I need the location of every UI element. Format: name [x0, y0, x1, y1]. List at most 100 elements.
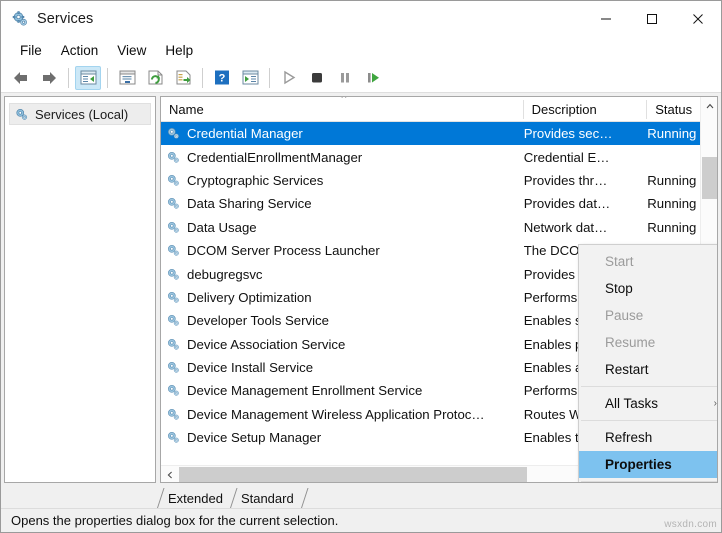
- cell-service-name: debugregsvc: [161, 267, 524, 282]
- context-menu-separator: [581, 481, 718, 482]
- toolbar-separator: [68, 68, 69, 88]
- service-name-label: Cryptographic Services: [185, 173, 325, 188]
- cell-service-name: Device Association Service: [161, 337, 524, 352]
- service-gear-icon: [166, 337, 181, 352]
- ctx-properties[interactable]: Properties: [579, 451, 718, 478]
- service-name-label: Device Install Service: [185, 360, 315, 375]
- column-header-description[interactable]: Description: [524, 97, 648, 122]
- ctx-resume: Resume: [579, 329, 718, 356]
- show-hide-console-tree-icon[interactable]: [75, 66, 101, 90]
- menu-action[interactable]: Action: [52, 40, 108, 61]
- scroll-up-icon[interactable]: [701, 97, 718, 114]
- ctx-pause-label: Pause: [605, 308, 643, 323]
- cell-service-name: Data Sharing Service: [161, 196, 524, 211]
- properties-icon[interactable]: [114, 66, 140, 90]
- horizontal-scrollbar-thumb[interactable]: [179, 467, 527, 482]
- watermark: wsxdn.com: [664, 519, 717, 530]
- cell-service-name: Device Install Service: [161, 360, 524, 375]
- ctx-stop-label: Stop: [605, 281, 633, 296]
- svg-text:?: ?: [219, 73, 226, 85]
- toolbar: ?: [1, 63, 721, 93]
- cell-description: Network dat…: [524, 220, 648, 235]
- tree-item-services-local[interactable]: Services (Local): [9, 103, 151, 125]
- close-button[interactable]: [675, 1, 721, 37]
- ctx-refresh-label: Refresh: [605, 430, 652, 445]
- forward-icon[interactable]: [36, 66, 62, 90]
- status-bar-text: Opens the properties dialog box for the …: [11, 513, 338, 528]
- service-gear-icon: [166, 173, 181, 188]
- export-list-icon[interactable]: [170, 66, 196, 90]
- minimize-button[interactable]: [583, 1, 629, 37]
- start-service-icon[interactable]: [276, 66, 302, 90]
- column-header-name-label: Name: [169, 102, 204, 117]
- cell-service-name: Device Management Enrollment Service: [161, 383, 524, 398]
- service-name-label: Developer Tools Service: [185, 313, 331, 328]
- table-row[interactable]: Credential ManagerProvides sec…Running: [161, 122, 717, 145]
- context-menu: Start Stop Pause Resume Restart All Tasks › Ref…: [578, 244, 718, 483]
- service-gear-icon: [166, 430, 181, 445]
- menu-view[interactable]: View: [108, 40, 155, 61]
- status-bar: Opens the properties dialog box for the …: [1, 508, 721, 532]
- service-gear-icon: [166, 196, 181, 211]
- refresh-icon[interactable]: [142, 66, 168, 90]
- ctx-resume-label: Resume: [605, 335, 655, 350]
- cell-service-name: CredentialEnrollmentManager: [161, 150, 524, 165]
- service-name-label: Delivery Optimization: [185, 290, 314, 305]
- service-gear-icon: [166, 383, 181, 398]
- services-gear-icon: [14, 107, 29, 122]
- service-gear-icon: [166, 150, 181, 165]
- column-header-name[interactable]: ˄ Name: [161, 97, 524, 122]
- cell-service-name: Credential Manager: [161, 126, 524, 141]
- cell-description: Credential E…: [524, 150, 648, 165]
- vertical-scrollbar-thumb[interactable]: [702, 157, 717, 199]
- tab-standard[interactable]: Standard: [230, 488, 301, 508]
- column-header-description-label: Description: [532, 102, 597, 117]
- ctx-restart[interactable]: Restart: [579, 356, 718, 383]
- restart-service-icon[interactable]: [360, 66, 386, 90]
- table-row[interactable]: CredentialEnrollmentManagerCredential E…: [161, 145, 717, 168]
- service-name-label: Data Usage: [185, 220, 259, 235]
- ctx-all-tasks-label: All Tasks: [605, 396, 658, 411]
- cell-service-name: Device Management Wireless Application P…: [161, 407, 524, 422]
- ctx-stop[interactable]: Stop: [579, 275, 718, 302]
- maximize-button[interactable]: [629, 1, 675, 37]
- service-gear-icon: [166, 313, 181, 328]
- service-name-label: Device Management Enrollment Service: [185, 383, 424, 398]
- ctx-start-label: Start: [605, 254, 634, 269]
- table-row[interactable]: Cryptographic ServicesProvides thr…Runni…: [161, 169, 717, 192]
- sort-ascending-icon: ˄: [341, 96, 347, 102]
- cell-service-name: Delivery Optimization: [161, 290, 524, 305]
- column-header-status-label: Status: [655, 102, 692, 117]
- cell-service-name: Cryptographic Services: [161, 173, 524, 188]
- ctx-all-tasks[interactable]: All Tasks ›: [579, 390, 718, 417]
- service-name-label: DCOM Server Process Launcher: [185, 243, 382, 258]
- tab-extended[interactable]: Extended: [157, 488, 230, 508]
- services-list-pane: ˄ Name Description Status Credential Man…: [160, 96, 718, 483]
- stop-service-icon[interactable]: [304, 66, 330, 90]
- toolbar-separator: [269, 68, 270, 88]
- view-tabs: Extended Standard: [1, 486, 721, 508]
- console-tree-pane: Services (Local): [4, 96, 156, 483]
- back-icon[interactable]: [8, 66, 34, 90]
- submenu-chevron-icon: ›: [714, 398, 717, 409]
- menu-file[interactable]: File: [11, 40, 51, 61]
- cell-service-name: Data Usage: [161, 220, 524, 235]
- table-row[interactable]: Data UsageNetwork dat…Running: [161, 216, 717, 239]
- toolbar-separator: [107, 68, 108, 88]
- cell-service-name: Device Setup Manager: [161, 430, 524, 445]
- tree-item-label: Services (Local): [35, 107, 128, 122]
- ctx-restart-label: Restart: [605, 362, 649, 377]
- show-action-pane-icon[interactable]: [237, 66, 263, 90]
- scroll-left-icon[interactable]: [161, 466, 178, 483]
- services-gear-icon: [11, 10, 29, 28]
- ctx-refresh[interactable]: Refresh: [579, 424, 718, 451]
- tab-extended-label: Extended: [165, 491, 226, 506]
- menu-help[interactable]: Help: [156, 40, 202, 61]
- service-name-label: Device Association Service: [185, 337, 347, 352]
- title-bar: Services: [1, 1, 721, 37]
- help-icon[interactable]: ?: [209, 66, 235, 90]
- table-row[interactable]: Data Sharing ServiceProvides dat…Running: [161, 192, 717, 215]
- cell-description: Provides thr…: [524, 173, 648, 188]
- pause-service-icon[interactable]: [332, 66, 358, 90]
- window-title: Services: [37, 11, 93, 27]
